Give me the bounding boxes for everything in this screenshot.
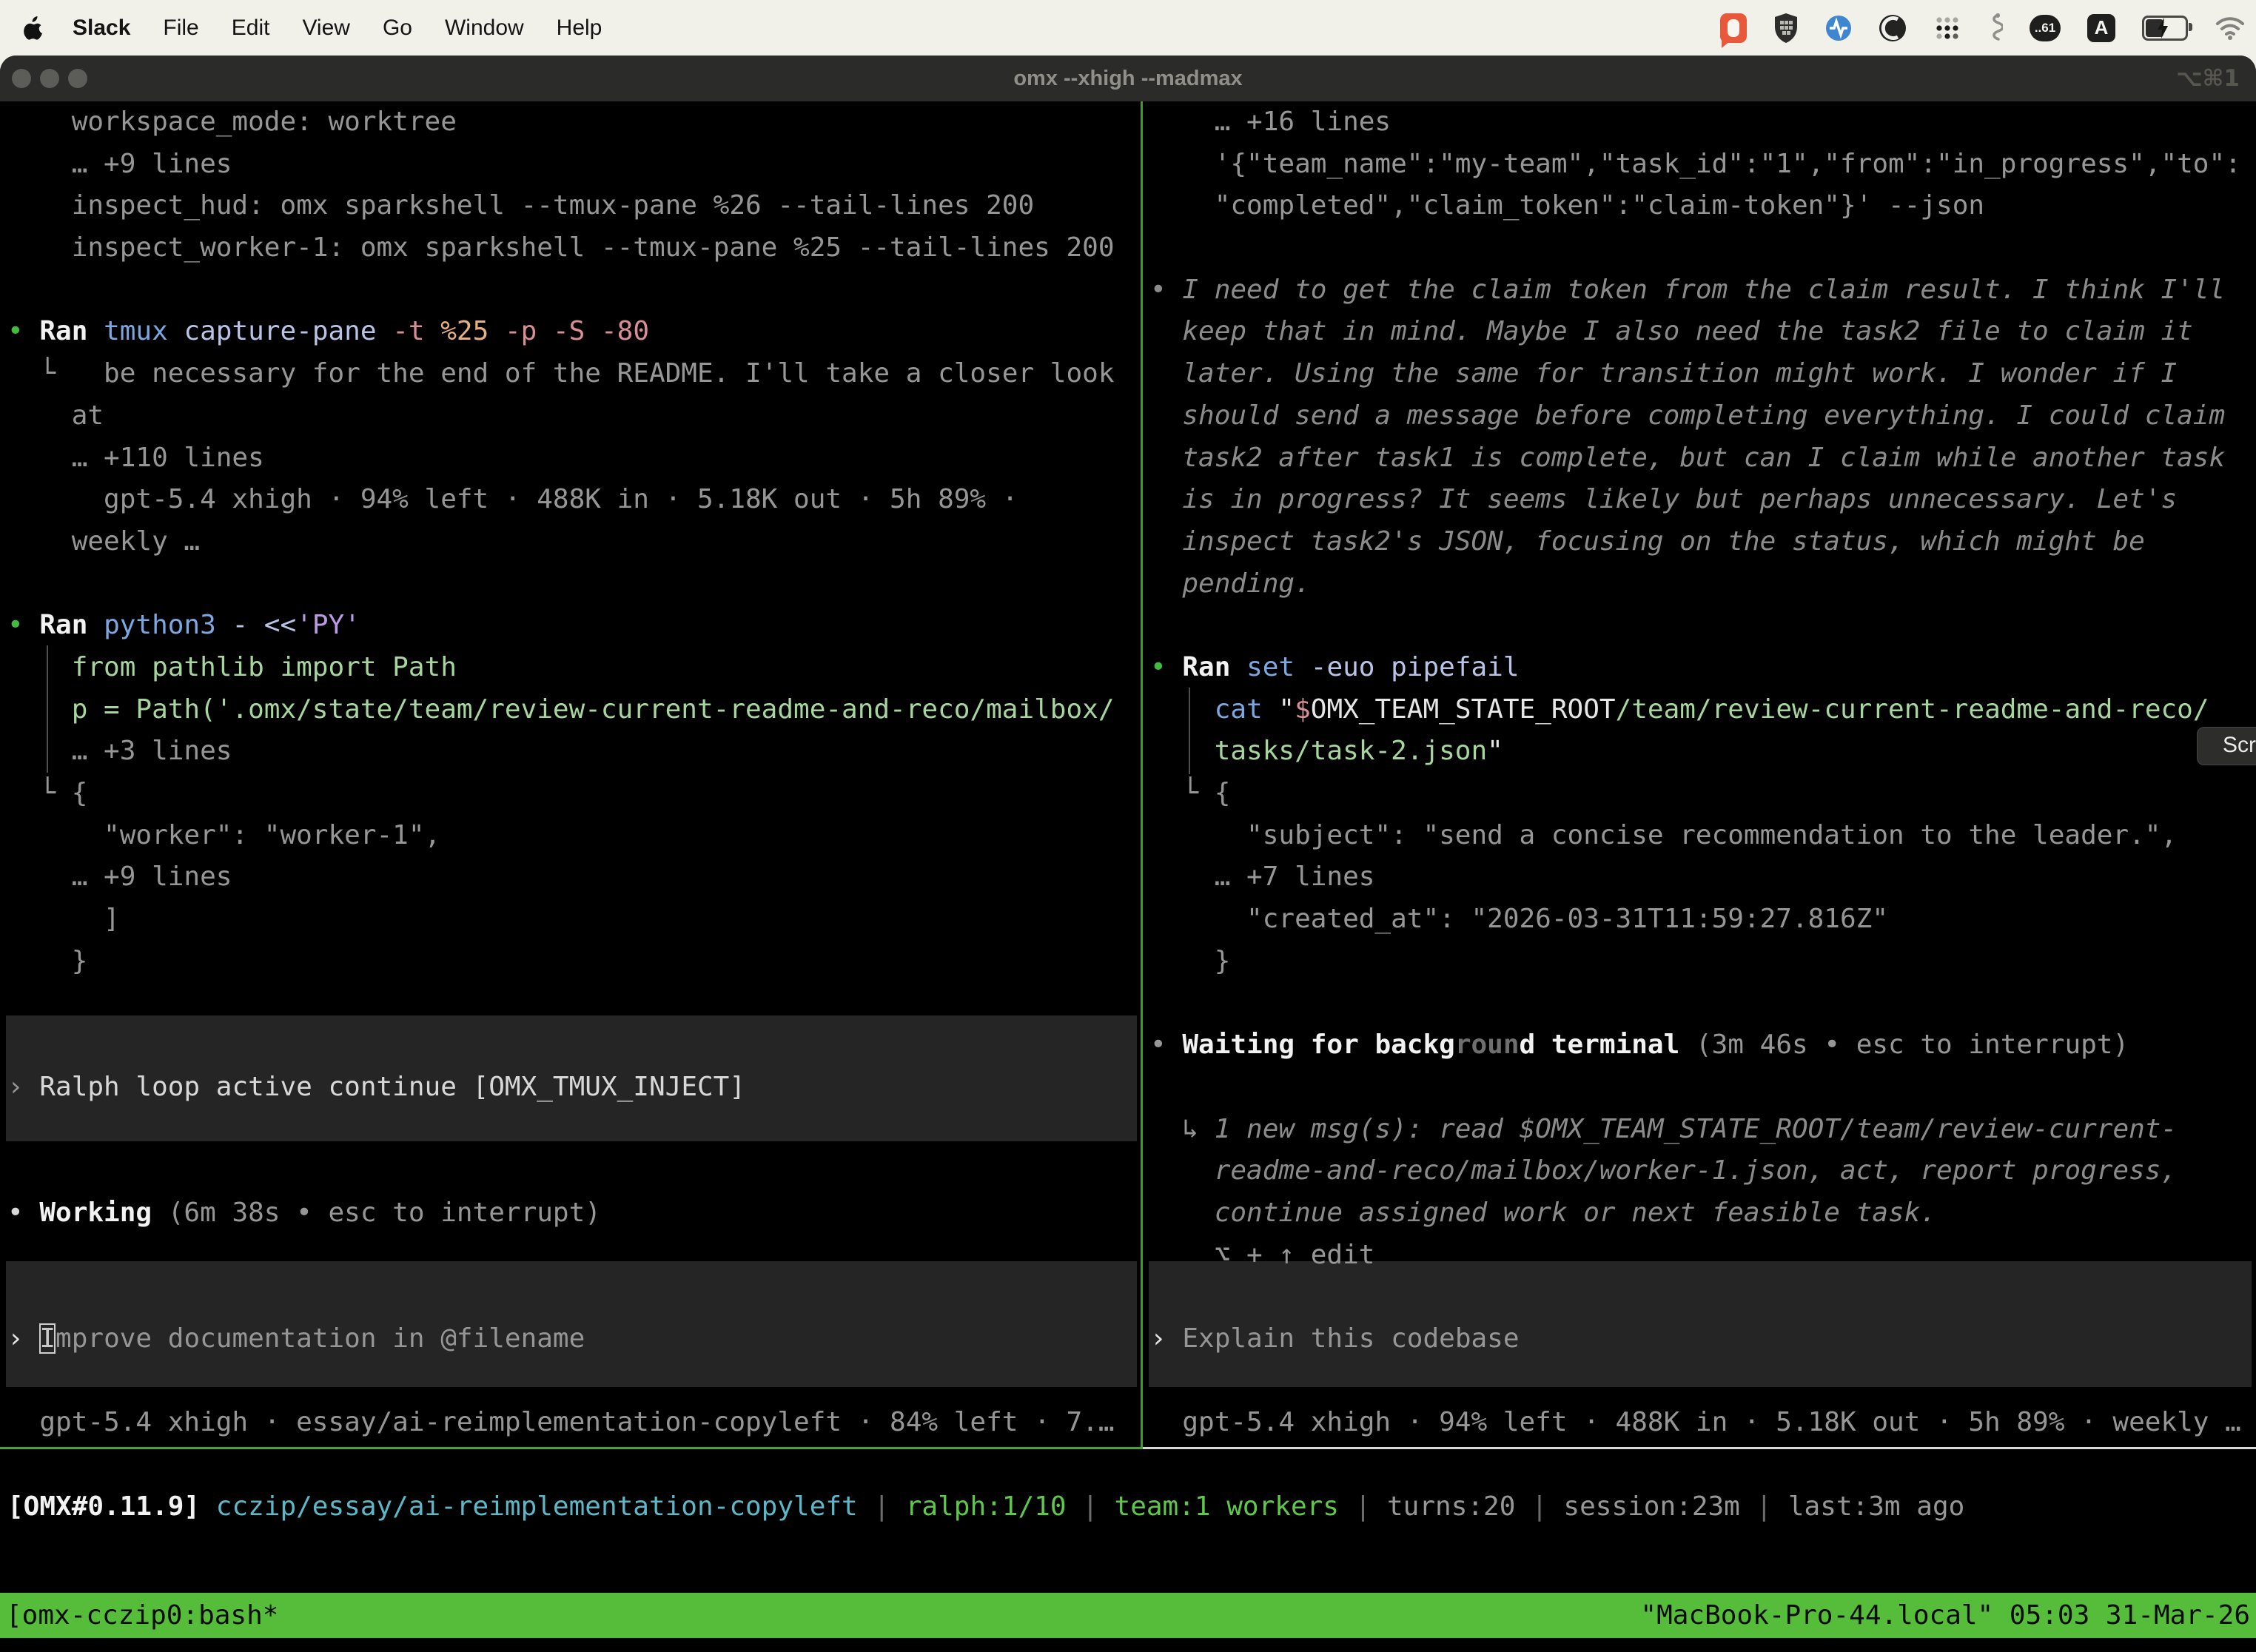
terminal-row: "worker": "worker-1", bbox=[7, 815, 1138, 857]
terminal-pane-right[interactable]: … +16 lines '{"team_name":"my-team","tas… bbox=[1150, 101, 2252, 1444]
terminal-row: pending. bbox=[1150, 563, 2252, 605]
terminal-row: gpt-5.4 xhigh · 94% left · 488K in · 5.1… bbox=[7, 479, 1138, 521]
terminal-row: … +3 lines bbox=[7, 731, 1138, 773]
terminal-row bbox=[1150, 982, 2252, 1024]
terminal-row: … +9 lines bbox=[7, 144, 1138, 186]
terminal-row: keep that in mind. Maybe I also need the… bbox=[1150, 311, 2252, 353]
chat-app-icon[interactable] bbox=[1720, 13, 1747, 43]
terminal-row: weekly … bbox=[7, 521, 1138, 563]
terminal-row: tasks/task-2.json" bbox=[1150, 731, 2252, 773]
terminal-row: is in progress? It seems likely but perh… bbox=[1150, 479, 2252, 521]
apple-logo-icon[interactable] bbox=[24, 16, 43, 40]
battery-icon[interactable] bbox=[2142, 16, 2188, 41]
terminal-row: later. Using the same for transition mig… bbox=[1150, 353, 2252, 395]
terminal-row bbox=[1150, 1067, 2252, 1109]
squiggle-icon[interactable] bbox=[1988, 13, 2003, 44]
terminal-row bbox=[7, 982, 1138, 1024]
menu-file[interactable]: File bbox=[163, 16, 198, 41]
terminal-row: from pathlib import Path bbox=[7, 647, 1138, 689]
terminal-row: at bbox=[7, 395, 1138, 437]
terminal-row bbox=[7, 1024, 1138, 1067]
terminal-row: › Improve documentation in @filename bbox=[7, 1318, 1138, 1360]
terminal-row: • Ran tmux capture-pane -t %25 -p -S -80 bbox=[7, 311, 1138, 353]
terminal-row: inspect task2's JSON, focusing on the st… bbox=[1150, 521, 2252, 563]
terminal-row: } bbox=[7, 941, 1138, 983]
terminal-row: "created_at": "2026-03-31T11:59:27.816Z" bbox=[1150, 899, 2252, 941]
menu-window[interactable]: Window bbox=[445, 16, 524, 41]
terminal-row: should send a message before completing … bbox=[1150, 395, 2252, 437]
screen-tooltip: Scre bbox=[2197, 727, 2256, 765]
terminal-row: ] bbox=[7, 899, 1138, 941]
terminal-row: … +9 lines bbox=[7, 856, 1138, 899]
terminal-row bbox=[7, 1150, 1138, 1192]
terminal-row: inspect_hud: omx sparkshell --tmux-pane … bbox=[7, 185, 1138, 227]
window-titlebar[interactable]: omx --xhigh --madmax ⌥⌘1 bbox=[0, 56, 2256, 101]
menu-help[interactable]: Help bbox=[557, 16, 602, 41]
menu-edit[interactable]: Edit bbox=[232, 16, 270, 41]
terminal-row: … +16 lines bbox=[1150, 101, 2252, 144]
status-tray: ..61 A bbox=[1720, 0, 2246, 56]
shield-icon[interactable] bbox=[1773, 13, 1799, 43]
terminal-row bbox=[7, 1235, 1138, 1277]
terminal-row: └ { bbox=[1150, 773, 2252, 815]
count-badge-icon[interactable]: ..61 bbox=[2030, 15, 2061, 41]
dots-grid-icon[interactable] bbox=[1933, 14, 1961, 42]
terminal-row: • I need to get the claim token from the… bbox=[1150, 269, 2252, 312]
window-shortcut-hint: ⌥⌘1 bbox=[2176, 56, 2240, 101]
terminal-row: p = Path('.omx/state/team/review-current… bbox=[7, 689, 1138, 731]
terminal-row: • Ran python3 - <<'PY' bbox=[7, 605, 1138, 647]
menu-go[interactable]: Go bbox=[383, 16, 412, 41]
terminal-row: ↳ 1 new msg(s): read $OMX_TEAM_STATE_ROO… bbox=[1150, 1109, 2252, 1151]
terminal-row: └ be necessary for the end of the README… bbox=[7, 353, 1138, 395]
terminal-row bbox=[7, 269, 1138, 312]
terminal-row: inspect_worker-1: omx sparkshell --tmux-… bbox=[7, 227, 1138, 269]
terminal-row: '{"team_name":"my-team","task_id":"1","f… bbox=[1150, 144, 2252, 186]
terminal-row: • Ran set -euo pipefail bbox=[1150, 647, 2252, 689]
terminal-window: omx --xhigh --madmax ⌥⌘1 workspace_mode:… bbox=[0, 56, 2256, 1652]
terminal-row: task2 after task1 is complete, but can I… bbox=[1150, 437, 2252, 480]
terminal-row: continue assigned work or next feasible … bbox=[1150, 1192, 2252, 1235]
pulse-icon[interactable] bbox=[1825, 15, 1852, 41]
crescent-icon[interactable] bbox=[1879, 14, 1907, 42]
terminal-row: … +7 lines bbox=[1150, 856, 2252, 899]
keyboard-layout-icon[interactable]: A bbox=[2087, 14, 2115, 42]
terminal-row: › Explain this codebase bbox=[1150, 1318, 2252, 1360]
terminal-row: › Ralph loop active continue [OMX_TMUX_I… bbox=[7, 1067, 1138, 1109]
right-pane-bottom-border bbox=[1143, 1447, 2256, 1449]
terminal-row: gpt-5.4 xhigh · essay/ai-reimplementatio… bbox=[7, 1402, 1138, 1444]
terminal-row bbox=[1150, 1276, 2252, 1318]
terminal-row: [OMX#0.11.9] cczip/essay/ai-reimplementa… bbox=[7, 1486, 1964, 1528]
left-pane-bottom-border bbox=[0, 1447, 1143, 1449]
terminal-pane-left[interactable]: workspace_mode: worktree … +9 lines insp… bbox=[7, 101, 1138, 1444]
terminal-row: "completed","claim_token":"claim-token"}… bbox=[1150, 185, 2252, 227]
menu-app-name[interactable]: Slack bbox=[73, 16, 130, 41]
terminal-row: } bbox=[1150, 941, 2252, 983]
terminal-row bbox=[7, 1276, 1138, 1318]
tmux-status-bar[interactable]: [omx-cczip0:bash* "MacBook-Pro-44.local"… bbox=[0, 1593, 2256, 1638]
terminal-row bbox=[7, 1360, 1138, 1403]
terminal-row bbox=[7, 563, 1138, 605]
terminal-row: "subject": "send a concise recommendatio… bbox=[1150, 815, 2252, 857]
tmux-session-label: [omx-cczip0:bash* bbox=[6, 1593, 278, 1638]
menu-view[interactable]: View bbox=[302, 16, 349, 41]
terminal-row: readme-and-reco/mailbox/worker-1.json, a… bbox=[1150, 1150, 2252, 1192]
pane-divider[interactable] bbox=[1141, 101, 1143, 1447]
terminal-row bbox=[7, 1109, 1138, 1151]
terminal-row: └ { bbox=[7, 773, 1138, 815]
terminal-row: • Waiting for background terminal (3m 46… bbox=[1150, 1024, 2252, 1067]
terminal-row: cat "$OMX_TEAM_STATE_ROOT/team/review-cu… bbox=[1150, 689, 2252, 731]
tmux-host-clock: "MacBook-Pro-44.local" 05:03 31-Mar-26 bbox=[1640, 1593, 2250, 1638]
terminal-row: • Working (6m 38s • esc to interrupt) bbox=[7, 1192, 1138, 1235]
terminal-row: … +110 lines bbox=[7, 437, 1138, 480]
terminal-row bbox=[1150, 1360, 2252, 1403]
wifi-icon[interactable] bbox=[2215, 16, 2246, 40]
omx-status-line: [OMX#0.11.9] cczip/essay/ai-reimplementa… bbox=[7, 1486, 1964, 1528]
menu-bar: Slack File Edit View Go Window Help ..61… bbox=[0, 0, 2256, 56]
terminal-row: gpt-5.4 xhigh · 94% left · 488K in · 5.1… bbox=[1150, 1402, 2252, 1444]
terminal-row bbox=[1150, 605, 2252, 647]
terminal-row: workspace_mode: worktree bbox=[7, 101, 1138, 144]
window-title: omx --xhigh --madmax bbox=[0, 56, 2256, 101]
terminal-row bbox=[1150, 227, 2252, 269]
terminal-row: ⌥ + ↑ edit bbox=[1150, 1235, 2252, 1277]
